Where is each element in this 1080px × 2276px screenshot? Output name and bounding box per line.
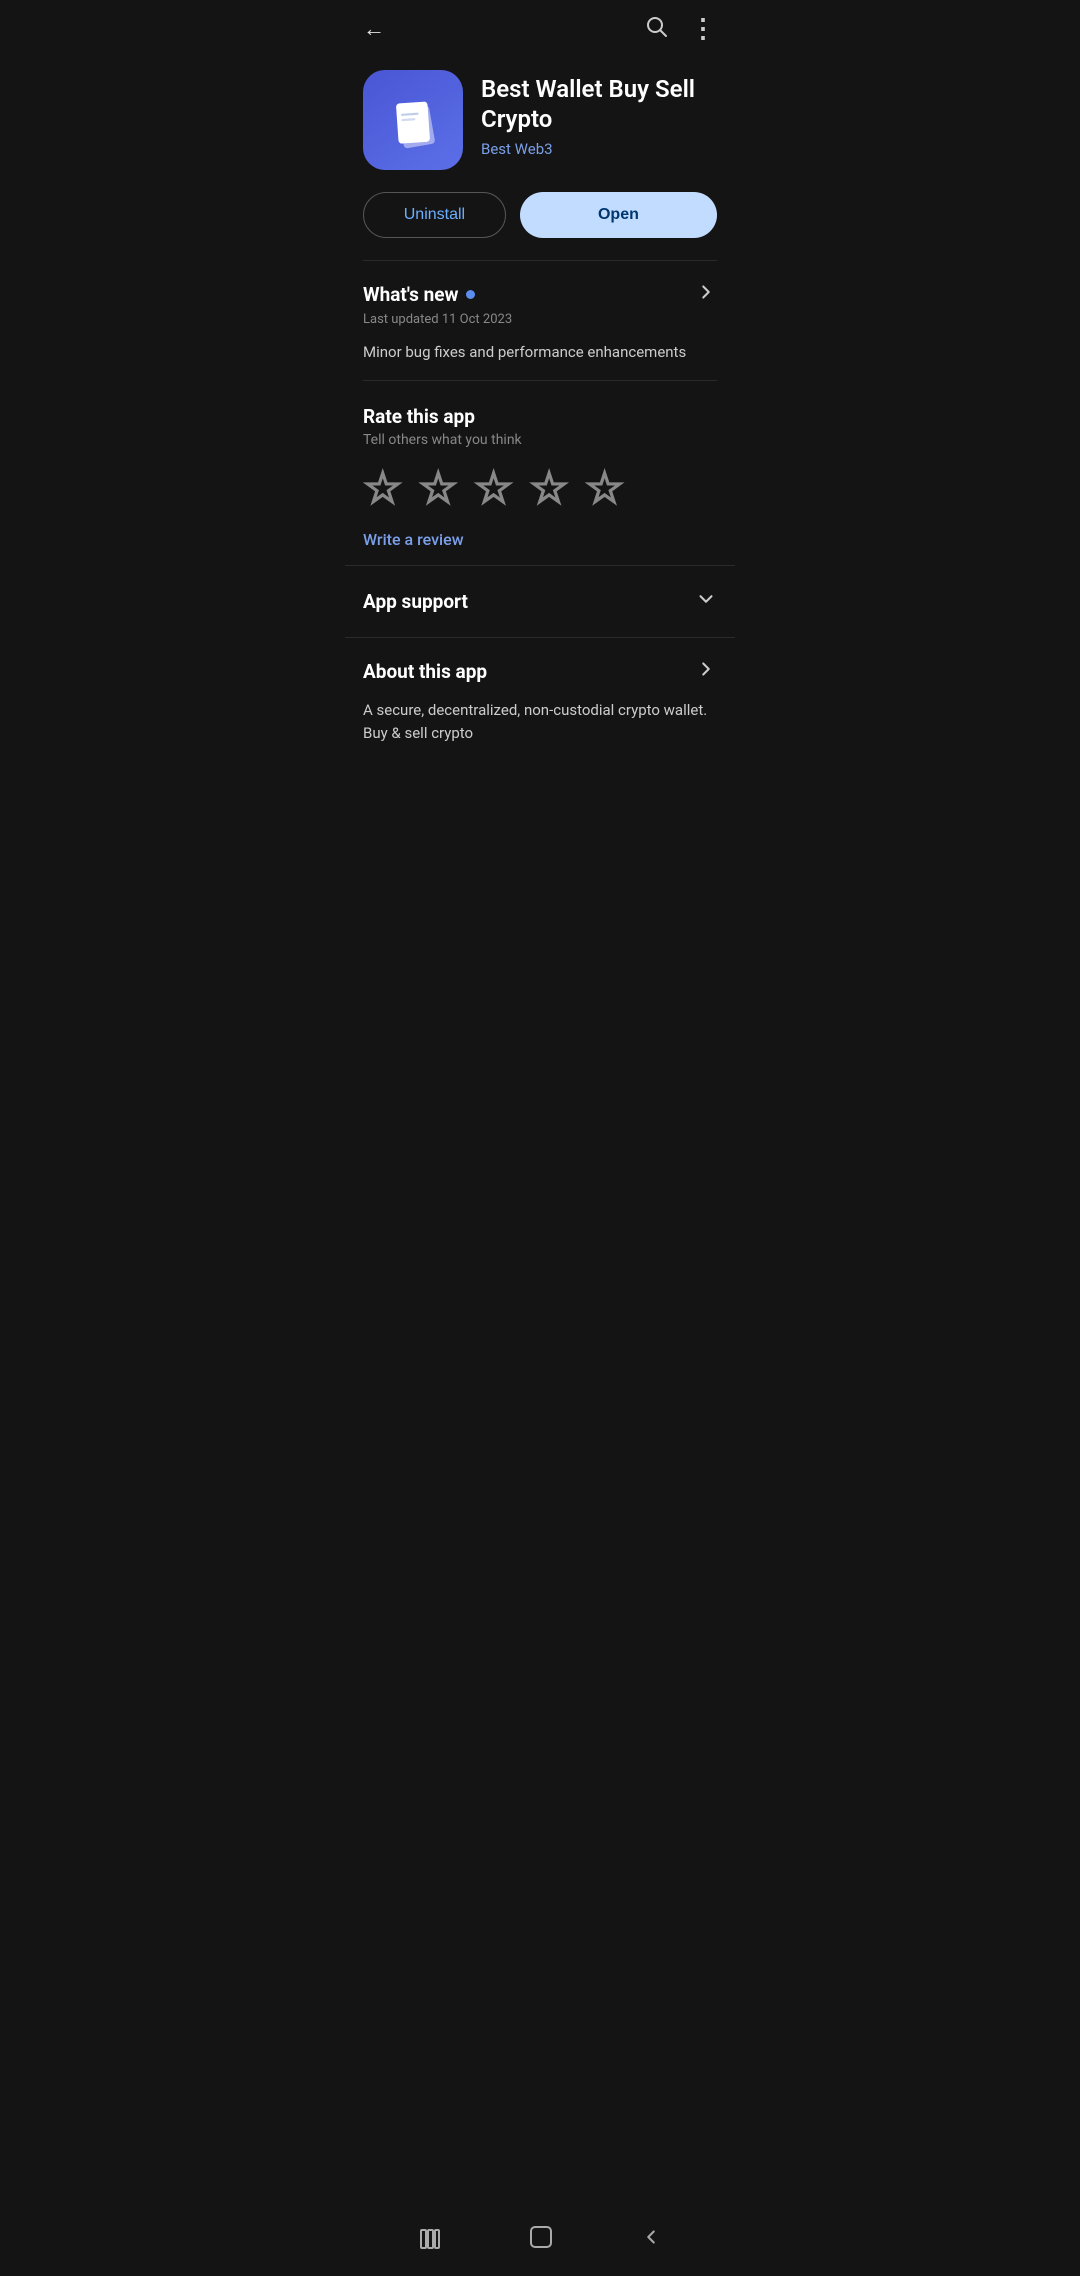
rate-subtitle: Tell others what you think (363, 432, 717, 448)
app-developer[interactable]: Best Web3 (481, 140, 717, 158)
last-updated-text: Last updated 11 Oct 2023 (363, 312, 717, 327)
recents-button[interactable] (418, 2226, 442, 2255)
whats-new-header: What's new (363, 281, 717, 308)
whats-new-title: What's new (363, 283, 458, 306)
open-button[interactable]: Open (520, 192, 717, 238)
star-4[interactable]: ☆ (529, 466, 568, 510)
top-nav: ← ⋮ (345, 0, 735, 54)
app-header: Best Wallet Buy Sell Crypto Best Web3 (345, 54, 735, 188)
app-icon (363, 70, 463, 170)
write-review-link[interactable]: Write a review (363, 530, 464, 549)
whats-new-description: Minor bug fixes and performance enhancem… (363, 341, 717, 364)
about-arrow-icon[interactable] (695, 658, 717, 685)
about-description: A secure, decentralized, non-custodial c… (363, 699, 717, 746)
rate-section: Rate this app Tell others what you think… (345, 381, 735, 565)
about-title: About this app (363, 660, 487, 683)
back-button[interactable]: ← (363, 16, 385, 42)
app-support-title: App support (363, 590, 468, 613)
about-header: About this app (363, 658, 717, 685)
bottom-nav (345, 2208, 735, 2276)
star-5[interactable]: ☆ (585, 466, 624, 510)
search-icon[interactable] (644, 14, 668, 44)
new-indicator-dot (466, 290, 475, 299)
action-buttons: Uninstall Open (345, 188, 735, 260)
stars-row: ☆ ☆ ☆ ☆ ☆ (363, 466, 717, 510)
star-1[interactable]: ☆ (363, 466, 402, 510)
home-button[interactable] (528, 2224, 554, 2256)
app-title-section: Best Wallet Buy Sell Crypto Best Web3 (481, 70, 717, 158)
app-support-chevron-icon (695, 588, 717, 615)
uninstall-button[interactable]: Uninstall (363, 192, 506, 238)
about-section: About this app A secure, decentralized, … (345, 637, 735, 766)
star-2[interactable]: ☆ (418, 466, 457, 510)
whats-new-arrow[interactable] (695, 281, 717, 308)
more-menu-icon[interactable]: ⋮ (690, 14, 717, 44)
back-nav-button[interactable] (640, 2226, 662, 2254)
rate-title: Rate this app (363, 405, 717, 428)
star-3[interactable]: ☆ (474, 466, 513, 510)
nav-right-icons: ⋮ (644, 14, 717, 44)
whats-new-title-row: What's new (363, 283, 475, 306)
whats-new-section: What's new Last updated 11 Oct 2023 Mino… (345, 261, 735, 380)
app-support-section[interactable]: App support (345, 565, 735, 637)
app-title: Best Wallet Buy Sell Crypto (481, 74, 717, 134)
